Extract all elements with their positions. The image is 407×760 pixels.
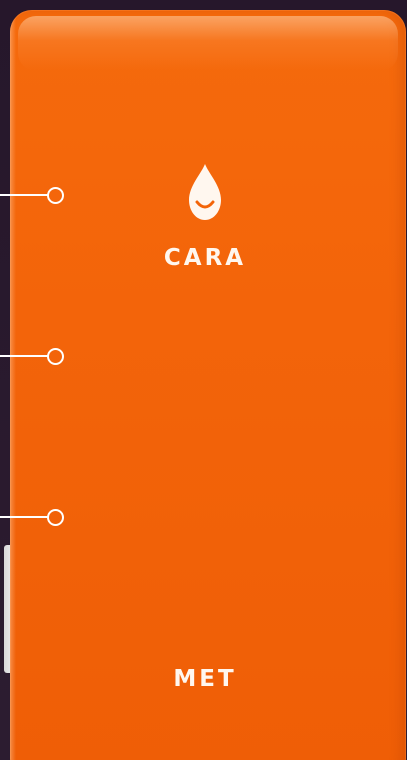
device-body: CARA MET <box>10 10 406 760</box>
callout-line <box>0 355 48 357</box>
circle-dot-icon <box>47 348 64 365</box>
callout-marker-3[interactable] <box>0 508 66 526</box>
callout-line <box>0 194 48 196</box>
circle-dot-icon <box>47 509 64 526</box>
callout-line <box>0 516 48 518</box>
brand-label: CARA <box>163 245 247 271</box>
product-scene: CARA MET <box>0 0 407 760</box>
callout-marker-2[interactable] <box>0 347 66 365</box>
circle-dot-icon <box>47 187 64 204</box>
water-drop-smile-icon <box>189 164 221 220</box>
bottom-label: MET <box>173 666 237 692</box>
callout-marker-1[interactable] <box>0 186 66 204</box>
